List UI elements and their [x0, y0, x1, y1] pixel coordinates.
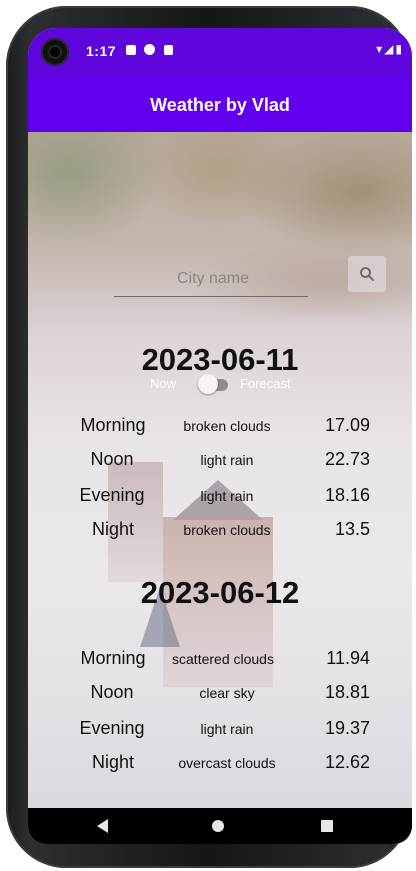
city-search-field[interactable] [114, 262, 312, 297]
forecast-row: Night broken clouds 13.5 [28, 519, 412, 545]
front-camera [41, 38, 69, 66]
back-triangle-icon[interactable] [97, 819, 108, 833]
temperature-value: 22.73 [324, 449, 370, 469]
forecast-row: Morning broken clouds 17.09 [28, 415, 412, 441]
home-circle-icon[interactable] [212, 820, 224, 832]
period-label: Morning [80, 648, 146, 668]
period-label: Evening [79, 485, 145, 505]
weather-description: light rain [200, 452, 254, 468]
system-status-icons: ▾◢▮ [376, 42, 404, 56]
forecast-date: 2023-06-12 [140, 575, 300, 610]
temperature-value: 11.94 [326, 648, 370, 668]
status-bar: 1:17 ▾◢▮ [28, 28, 412, 78]
temperature-value: 13.5 [334, 519, 370, 539]
notification-icon [126, 45, 136, 55]
period-label: Noon [90, 449, 134, 469]
recents-square-icon[interactable] [321, 820, 333, 832]
period-label: Night [91, 752, 135, 772]
period-label: Night [91, 519, 135, 539]
weather-description: broken clouds [183, 522, 271, 538]
sd-card-icon [164, 45, 173, 55]
period-label: Morning [80, 415, 146, 435]
period-label: Evening [79, 718, 145, 738]
period-label: Noon [90, 682, 134, 702]
forecast-row: Noon clear sky 18.81 [28, 682, 412, 708]
city-name-input[interactable] [114, 262, 312, 296]
system-nav-bar [28, 808, 412, 844]
device-screen: 1:17 ▾◢▮ Weather by Vlad Now Fore [28, 28, 412, 844]
status-time: 1:17 [86, 43, 117, 59]
sync-icon [144, 44, 155, 55]
weather-description: clear sky [199, 685, 255, 701]
forecast-row: Evening light rain 18.16 [28, 485, 412, 511]
temperature-value: 19.37 [324, 718, 370, 738]
weather-description: light rain [200, 488, 254, 504]
search-button[interactable] [348, 256, 386, 292]
app-bar: Weather by Vlad [28, 78, 412, 132]
background-image: Now Forecast 2023-06-11 Morning broken c… [28, 132, 412, 808]
app-title: Weather by Vlad [150, 95, 290, 115]
weather-description: scattered clouds [172, 651, 274, 667]
weather-description: light rain [200, 721, 254, 737]
temperature-value: 18.81 [324, 682, 370, 702]
search-icon [360, 267, 374, 281]
toggle-label-now: Now [150, 376, 177, 391]
forecast-row: Morning scattered clouds 11.94 [28, 648, 412, 674]
forecast-row: Night overcast clouds 12.62 [28, 752, 412, 778]
temperature-value: 12.62 [324, 752, 370, 772]
forecast-date: 2023-06-11 [141, 342, 299, 377]
forecast-row: Evening light rain 19.37 [28, 718, 412, 744]
toggle-label-forecast: Forecast [240, 376, 291, 391]
temperature-value: 18.16 [324, 485, 370, 505]
weather-description: overcast clouds [178, 755, 276, 771]
weather-description: broken clouds [183, 418, 271, 434]
forecast-row: Noon light rain 22.73 [28, 449, 412, 475]
temperature-value: 17.09 [324, 415, 370, 435]
